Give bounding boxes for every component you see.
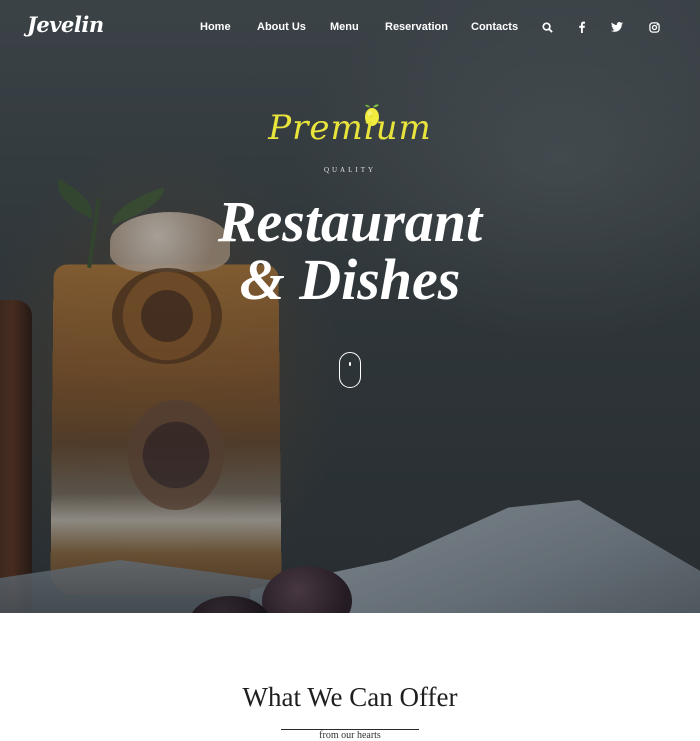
hero-headline-line2: & Dishes: [239, 247, 461, 312]
nav-item-contacts[interactable]: Contacts: [471, 20, 518, 34]
twitter-icon[interactable]: [610, 20, 624, 34]
hero-headline-line1: Restaurant: [217, 189, 483, 254]
main-nav: Home About Us Menu Reservation Contacts: [0, 20, 700, 36]
nav-item-reservation[interactable]: Reservation: [385, 20, 448, 34]
mouse-scroll-icon[interactable]: [339, 352, 361, 388]
hero-section: Jevelin Home About Us Menu Reservation C…: [0, 0, 700, 613]
mouse-scroll-dot: [349, 362, 351, 366]
instagram-icon[interactable]: [647, 20, 661, 34]
nav-item-menu[interactable]: Menu: [330, 20, 359, 34]
facebook-icon[interactable]: [575, 20, 589, 34]
section-title: What We Can Offer: [242, 682, 458, 712]
search-icon[interactable]: [540, 20, 554, 34]
hero-script-word: Premium: [268, 108, 432, 148]
nav-item-home[interactable]: Home: [200, 20, 231, 34]
nav-item-about-us[interactable]: About Us: [257, 20, 306, 34]
hero-tagline: QUALITY: [323, 166, 377, 174]
section-subtitle: from our hearts: [319, 730, 381, 741]
